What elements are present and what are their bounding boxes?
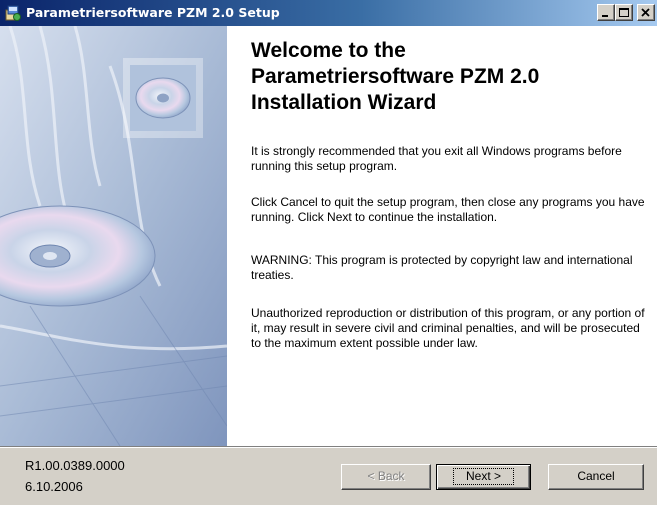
maximize-icon: [619, 8, 629, 17]
minimize-button[interactable]: [597, 4, 615, 21]
cancel-next-instructions-text: Click Cancel to quit the setup program, …: [251, 195, 645, 224]
welcome-heading-line1: Welcome to the: [251, 39, 406, 62]
next-button[interactable]: Next >: [436, 464, 531, 490]
title-bar[interactable]: Parametriersoftware PZM 2.0 Setup: [0, 0, 657, 26]
date-label: 6.10.2006: [25, 479, 83, 494]
copyright-warning-text: WARNING: This program is protected by co…: [251, 253, 633, 282]
close-icon: [641, 8, 650, 17]
welcome-heading: Welcome to the Parametriersoftware PZM 2…: [251, 38, 651, 116]
footer-separator: [0, 446, 657, 448]
welcome-heading-line2: Parametriersoftware PZM 2.0: [251, 65, 540, 88]
wizard-body: Welcome to the Parametriersoftware PZM 2…: [0, 26, 657, 446]
maximize-button[interactable]: [615, 4, 633, 21]
welcome-heading-line3: Installation Wizard: [251, 91, 437, 114]
cancel-button[interactable]: Cancel: [548, 464, 644, 490]
version-label: R1.00.0389.0000: [25, 458, 125, 473]
next-button-label: Next >: [452, 468, 514, 485]
side-banner-image: [0, 26, 227, 446]
exit-programs-text: It is strongly recommended that you exit…: [251, 144, 622, 173]
close-button[interactable]: [637, 4, 655, 21]
unauthorized-reproduction-text: Unauthorized reproduction or distributio…: [251, 306, 645, 350]
setup-window: Parametriersoftware PZM 2.0 Setup Welcom…: [0, 0, 657, 505]
window-title: Parametriersoftware PZM 2.0 Setup: [26, 5, 280, 20]
back-button[interactable]: < Back: [341, 464, 431, 490]
welcome-panel: Welcome to the Parametriersoftware PZM 2…: [227, 26, 657, 446]
minimize-icon: [602, 15, 608, 17]
back-button-label: < Back: [367, 469, 405, 483]
cancel-button-label: Cancel: [577, 469, 615, 483]
setup-app-icon: [5, 5, 21, 21]
